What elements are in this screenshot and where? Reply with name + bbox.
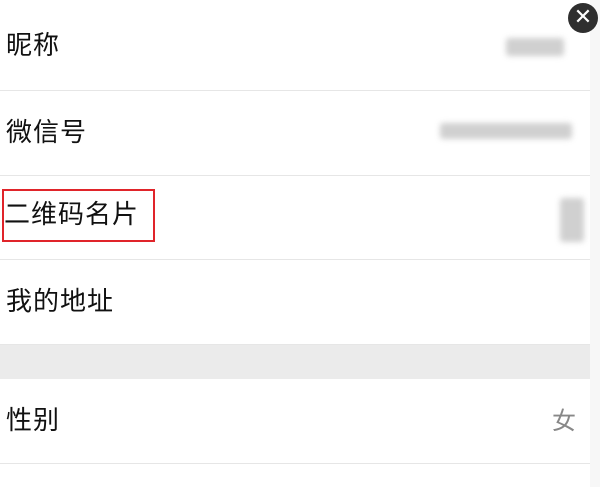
gender-label: 性别 [6, 406, 61, 436]
close-button[interactable]: ✕ [568, 3, 598, 33]
my-address-label: 我的地址 [6, 287, 115, 317]
nickname-label: 昵称 [6, 31, 61, 61]
profile-settings-screen: 昵称 微信号 二维码名片 我的地址 性别 女 ✕ [0, 0, 600, 487]
gender-row[interactable]: 性别 女 [0, 379, 590, 464]
wechat-id-value-blurred [440, 123, 572, 139]
my-address-row[interactable]: 我的地址 [0, 260, 590, 345]
wechat-id-row[interactable]: 微信号 [0, 91, 590, 176]
wechat-id-label: 微信号 [6, 118, 88, 148]
scroll-edge [590, 0, 600, 487]
close-icon: ✕ [573, 5, 593, 30]
nickname-row[interactable]: 昵称 [0, 0, 590, 91]
qr-code-thumbnail-blurred [560, 198, 584, 242]
section-divider [0, 345, 590, 379]
highlight-box [2, 189, 155, 242]
nickname-value-blurred [506, 38, 564, 56]
gender-value: 女 [552, 407, 576, 435]
